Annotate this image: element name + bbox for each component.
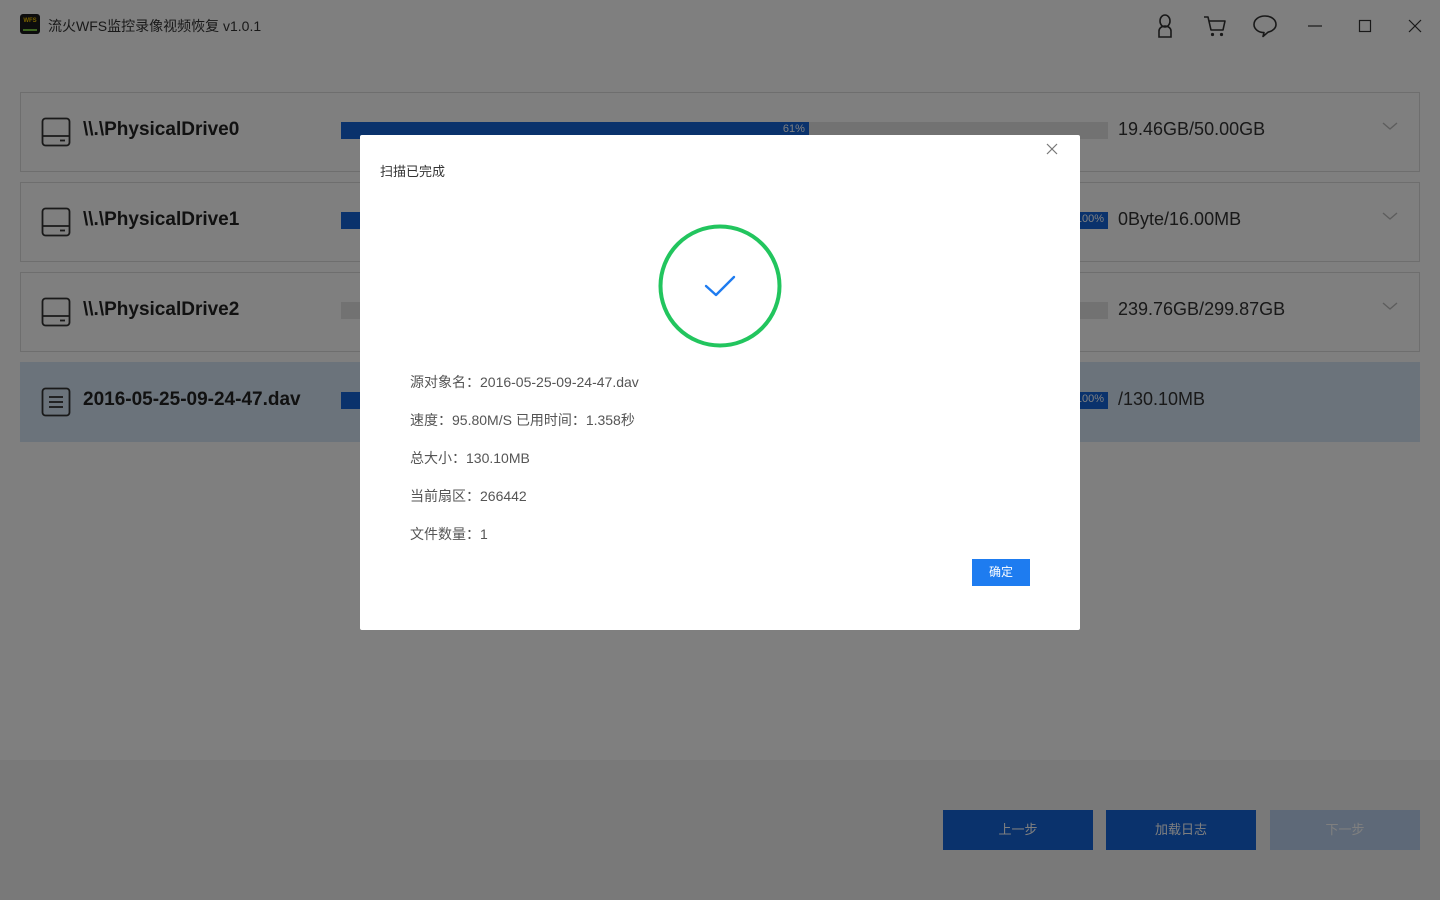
current-sector-text: 当前扇区：266442 <box>410 488 527 504</box>
total-size-text: 总大小：130.10MB <box>410 450 530 466</box>
source-name-text: 源对象名：2016-05-25-09-24-47.dav <box>410 374 639 390</box>
success-check-icon <box>658 224 782 348</box>
scan-complete-dialog: 扫描已完成 源对象名：2016-05-25-09-24-47.dav 速度：95… <box>360 135 1080 630</box>
dialog-title: 扫描已完成 <box>380 164 446 179</box>
file-count-text: 文件数量：1 <box>410 526 488 542</box>
dialog-close-icon[interactable] <box>1044 141 1060 157</box>
speed-time-text: 速度：95.80M/S 已用时间：1.358秒 <box>410 412 635 428</box>
ok-button[interactable]: 确定 <box>972 559 1030 586</box>
